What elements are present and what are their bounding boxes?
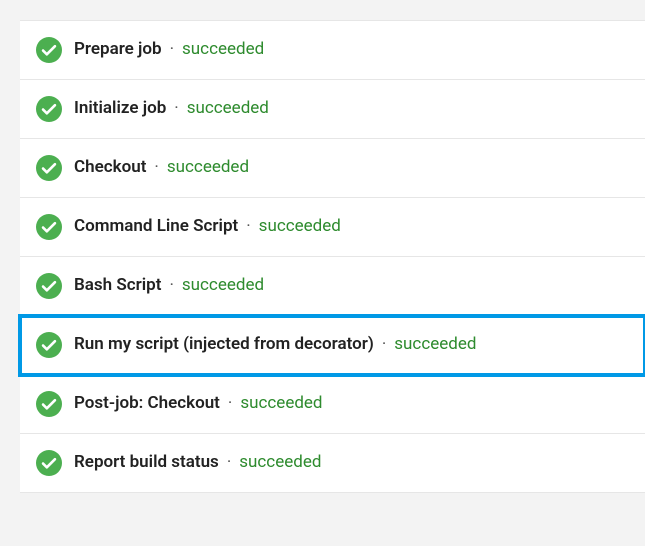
step-status: succeeded bbox=[182, 274, 264, 298]
step-status: succeeded bbox=[182, 38, 264, 62]
success-check-icon bbox=[36, 391, 62, 417]
step-name: Bash Script bbox=[74, 274, 161, 298]
step-content: Command Line Script · succeeded bbox=[74, 215, 341, 239]
step-content: Bash Script · succeeded bbox=[74, 274, 264, 298]
step-name: Command Line Script bbox=[74, 215, 238, 239]
success-check-icon bbox=[36, 37, 62, 63]
success-check-icon bbox=[36, 332, 62, 358]
success-check-icon bbox=[36, 214, 62, 240]
step-name: Run my script (injected from decorator) bbox=[74, 333, 374, 357]
separator: · bbox=[228, 392, 232, 416]
separator: · bbox=[382, 333, 386, 357]
success-check-icon bbox=[36, 450, 62, 476]
step-content: Run my script (injected from decorator) … bbox=[74, 333, 476, 357]
step-status: succeeded bbox=[187, 97, 269, 121]
step-status: succeeded bbox=[167, 156, 249, 180]
step-status: succeeded bbox=[394, 333, 476, 357]
step-content: Report build status · succeeded bbox=[74, 451, 321, 475]
separator: · bbox=[170, 38, 174, 62]
pipeline-step-row[interactable]: Report build status · succeeded bbox=[20, 434, 645, 493]
separator: · bbox=[246, 215, 250, 239]
pipeline-step-row[interactable]: Prepare job · succeeded bbox=[20, 20, 645, 80]
separator: · bbox=[227, 451, 231, 475]
pipeline-step-list: Prepare job · succeeded Initialize job ·… bbox=[20, 20, 645, 493]
step-status: succeeded bbox=[240, 392, 322, 416]
step-content: Post-job: Checkout · succeeded bbox=[74, 392, 323, 416]
pipeline-step-row[interactable]: Run my script (injected from decorator) … bbox=[20, 316, 645, 375]
step-content: Checkout · succeeded bbox=[74, 156, 249, 180]
step-name: Post-job: Checkout bbox=[74, 392, 220, 416]
step-name: Initialize job bbox=[74, 97, 166, 121]
pipeline-step-row[interactable]: Command Line Script · succeeded bbox=[20, 198, 645, 257]
step-name: Prepare job bbox=[74, 38, 162, 62]
step-content: Prepare job · succeeded bbox=[74, 38, 264, 62]
separator: · bbox=[174, 97, 178, 121]
step-status: succeeded bbox=[259, 215, 341, 239]
success-check-icon bbox=[36, 155, 62, 181]
success-check-icon bbox=[36, 96, 62, 122]
separator: · bbox=[169, 274, 173, 298]
pipeline-step-row[interactable]: Post-job: Checkout · succeeded bbox=[20, 375, 645, 434]
step-content: Initialize job · succeeded bbox=[74, 97, 269, 121]
step-status: succeeded bbox=[239, 451, 321, 475]
success-check-icon bbox=[36, 273, 62, 299]
pipeline-step-row[interactable]: Bash Script · succeeded bbox=[20, 257, 645, 316]
separator: · bbox=[154, 156, 158, 180]
pipeline-step-row[interactable]: Checkout · succeeded bbox=[20, 139, 645, 198]
step-name: Report build status bbox=[74, 451, 219, 475]
pipeline-step-row[interactable]: Initialize job · succeeded bbox=[20, 80, 645, 139]
step-name: Checkout bbox=[74, 156, 146, 180]
